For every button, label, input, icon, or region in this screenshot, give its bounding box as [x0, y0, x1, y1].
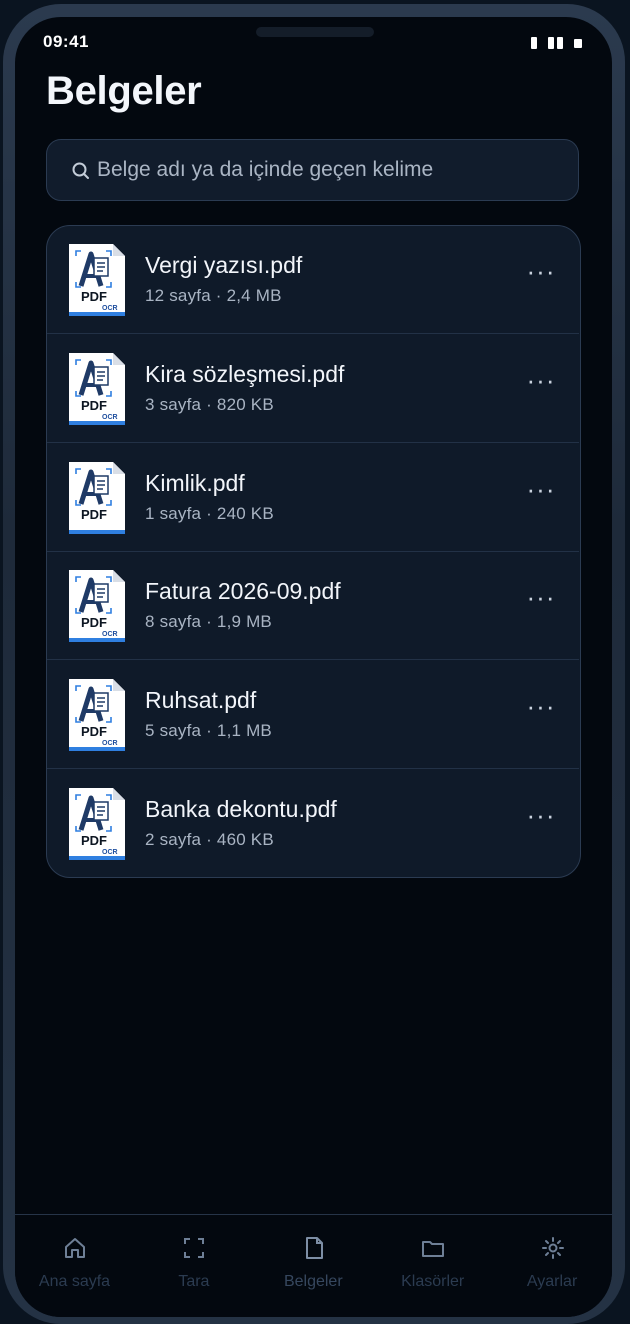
- signal-icon: [531, 37, 537, 49]
- scan-icon: [184, 1238, 205, 1258]
- page-title: Belgeler: [46, 69, 202, 113]
- tab-label: Belgeler: [283, 1273, 343, 1290]
- wifi-icon: [548, 37, 554, 49]
- thumb-ocr-label: OCR: [102, 414, 118, 421]
- tab-label: Tara: [178, 1273, 210, 1290]
- more-options-button[interactable]: ···: [521, 365, 561, 401]
- document-meta: 8 sayfa · 1,9 MB: [145, 612, 272, 632]
- pdf-ocr-file-icon: PDF OCR: [69, 570, 125, 643]
- document-meta: 2 sayfa · 460 KB: [145, 830, 274, 849]
- status-time: 09:41: [43, 32, 89, 51]
- document-list: PDF OCR Vergi yazısı.pdf 12 sayfa · 2,4 …: [46, 225, 581, 878]
- document-row[interactable]: PDF OCR Ruhsat.pdf 5 sayfa · 1,1 MB ···: [47, 661, 579, 770]
- battery-icon: [574, 39, 582, 48]
- folder-icon: [422, 1241, 445, 1257]
- thumb-pdf-label: PDF: [81, 615, 107, 630]
- document-row[interactable]: PDF OCR Fatura 2026-09.pdf 8 sayfa · 1,9…: [47, 552, 579, 661]
- thumb-pdf-label: PDF: [81, 398, 107, 413]
- thumb-pdf-label: PDF: [81, 724, 107, 739]
- thumb-ocr-label: OCR: [102, 740, 118, 747]
- document-meta: 5 sayfa · 1,1 MB: [145, 721, 272, 741]
- thumb-pdf-label: PDF: [81, 507, 107, 522]
- tab-scan[interactable]: Tara: [134, 1215, 253, 1295]
- document-name: Kira sözleşmesi.pdf: [145, 360, 345, 387]
- more-options-button[interactable]: ···: [521, 691, 561, 727]
- thumb-pdf-label: PDF: [81, 289, 107, 304]
- document-meta: 1 sayfa · 240 KB: [145, 503, 274, 523]
- thumb-ocr-label: OCR: [102, 631, 118, 638]
- more-options-button[interactable]: ···: [521, 256, 561, 292]
- tab-label: Klasörler: [401, 1273, 465, 1290]
- pdf-ocr-file-icon: PDF OCR: [69, 352, 125, 425]
- search-placeholder: Belge adı ya da içinde geçen kelime: [97, 158, 434, 181]
- screen: 09:41 Belgeler Belge adı ya da içinde ge…: [15, 17, 612, 1317]
- tab-folder[interactable]: Klasörler: [373, 1215, 492, 1295]
- document-row[interactable]: PDF OCR Kira sözleşmesi.pdf 3 sayfa · 82…: [47, 335, 579, 443]
- thumb-ocr-label: OCR: [102, 305, 118, 312]
- more-options-button[interactable]: ···: [521, 474, 561, 510]
- speaker-notch: [256, 27, 374, 37]
- tab-label: Ayarlar: [526, 1273, 578, 1290]
- pdf-ocr-file-icon: PDF OCR: [69, 244, 125, 316]
- tab-home[interactable]: Ana sayfa: [15, 1215, 134, 1295]
- more-options-button[interactable]: ···: [521, 582, 561, 618]
- document-name: Ruhsat.pdf: [145, 687, 257, 714]
- pdf-ocr-file-icon: PDF OCR: [69, 679, 125, 752]
- more-options-button[interactable]: ···: [521, 800, 561, 836]
- document-name: Vergi yazısı.pdf: [145, 252, 303, 278]
- home-icon: [65, 1238, 85, 1258]
- settings-icon: [541, 1237, 564, 1259]
- document-name: Fatura 2026-09.pdf: [145, 578, 341, 605]
- tab-bar: Ana sayfa Tara Belgeler Klasörler Ayarlar: [15, 1214, 612, 1317]
- wifi-icon-bar: [557, 37, 563, 49]
- document-row[interactable]: PDF OCR Vergi yazısı.pdf 12 sayfa · 2,4 …: [47, 226, 579, 334]
- thumb-pdf-label: PDF: [81, 833, 107, 848]
- document-row[interactable]: PDF OCR Banka dekontu.pdf 2 sayfa · 460 …: [47, 770, 579, 877]
- thumb-ocr-label: OCR: [102, 849, 118, 856]
- search-icon: [72, 162, 89, 179]
- tab-settings[interactable]: Ayarlar: [493, 1215, 612, 1295]
- document-meta: 12 sayfa · 2,4 MB: [145, 286, 282, 305]
- tab-label: Ana sayfa: [38, 1273, 111, 1290]
- document-name: Kimlik.pdf: [145, 469, 245, 496]
- document-name: Banka dekontu.pdf: [145, 796, 337, 822]
- document-meta: 3 sayfa · 820 KB: [145, 394, 274, 414]
- document-icon: [305, 1237, 323, 1259]
- search-input[interactable]: Belge adı ya da içinde geçen kelime: [46, 139, 579, 201]
- pdf-ocr-file-icon: PDF OCR: [69, 788, 125, 860]
- tab-document[interactable]: Belgeler: [254, 1215, 373, 1295]
- document-row[interactable]: PDF Kimlik.pdf 1 sayfa · 240 KB ···: [47, 444, 579, 552]
- pdf-ocr-file-icon: PDF: [69, 461, 125, 534]
